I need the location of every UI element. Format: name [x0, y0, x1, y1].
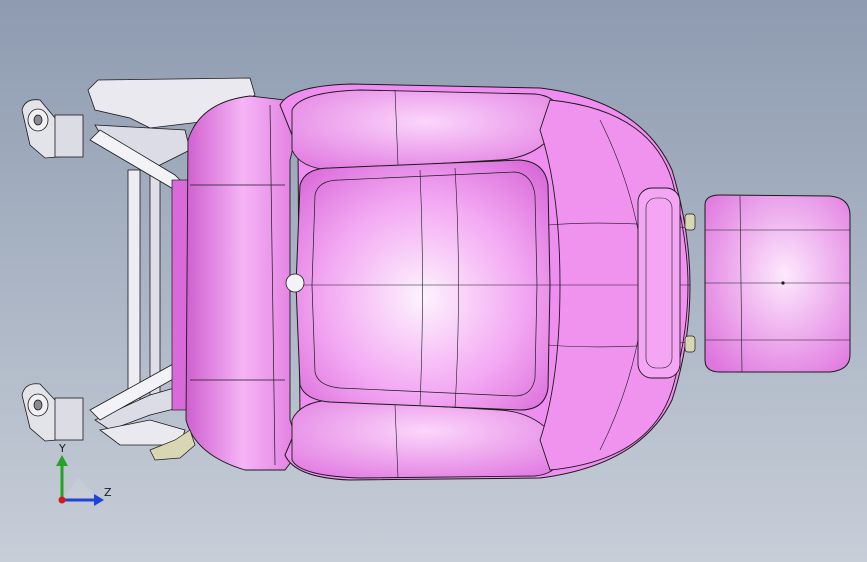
- frame-rail-left: [127, 169, 141, 411]
- triad-z-label: Z: [104, 486, 112, 499]
- backrest[interactable]: [185, 95, 301, 471]
- footrest-center-point: [781, 281, 785, 285]
- cad-viewport[interactable]: Y Z: [0, 0, 867, 562]
- front-bumper[interactable]: [637, 187, 681, 379]
- caster-bottom-block: [54, 397, 84, 441]
- triad-x-dot: [58, 496, 66, 504]
- model-scene[interactable]: [0, 0, 867, 562]
- frame-rail-right: [149, 174, 161, 406]
- caster-top-block: [54, 114, 84, 158]
- triad-y-label: Y: [59, 442, 66, 455]
- caster-top-hub: [33, 114, 43, 126]
- footrest[interactable]: [704, 194, 851, 373]
- seat-knob[interactable]: [285, 273, 305, 293]
- caster-bottom-hub: [33, 399, 43, 411]
